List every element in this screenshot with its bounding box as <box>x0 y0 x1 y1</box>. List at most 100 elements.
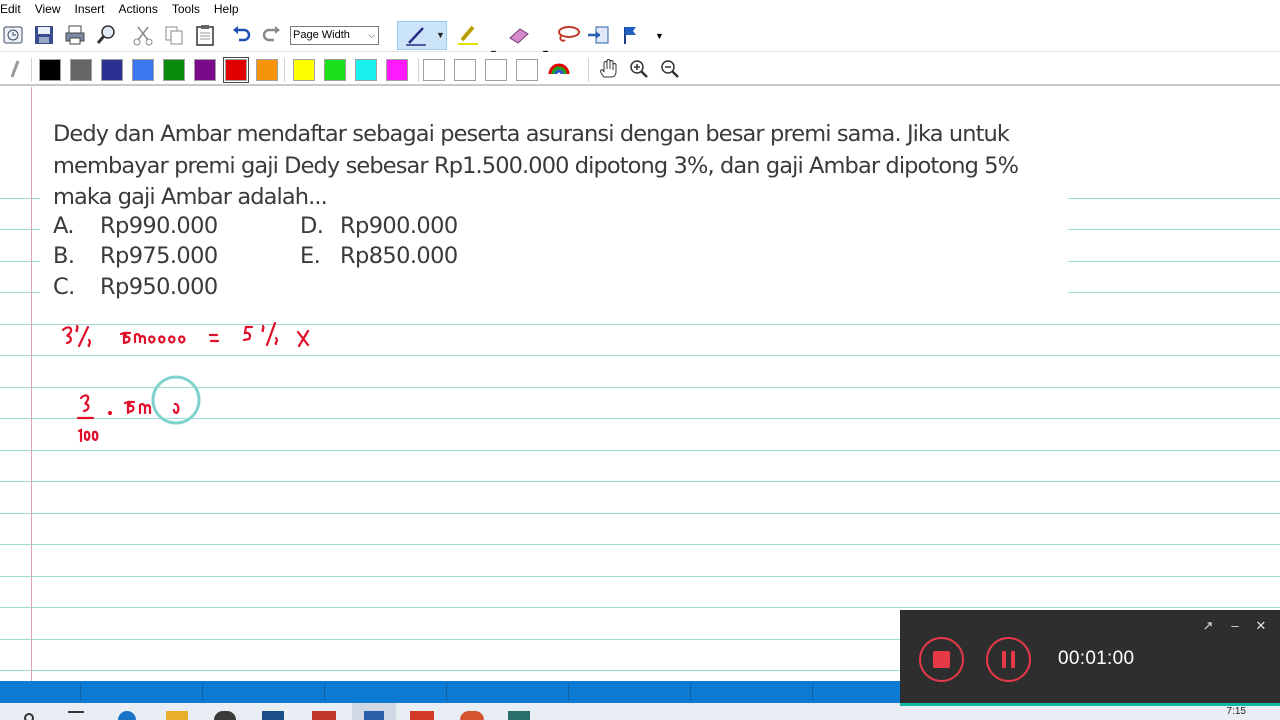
redo-icon <box>262 26 280 42</box>
color-swatch[interactable] <box>163 59 185 81</box>
pen-dropdown-icon[interactable]: ▼ <box>436 30 445 40</box>
color-swatch[interactable] <box>386 59 408 81</box>
pause-icon <box>1002 651 1006 668</box>
color-swatch[interactable] <box>132 59 154 81</box>
insert-space-icon <box>588 26 609 44</box>
color-swatch[interactable] <box>293 59 315 81</box>
find-icon <box>96 25 115 44</box>
color-swatch[interactable] <box>39 59 61 81</box>
ink-stroke <box>242 325 254 342</box>
new-page-button[interactable] <box>1 22 27 48</box>
zoom-in-icon <box>630 60 648 78</box>
powerpoint-icon[interactable] <box>460 711 484 720</box>
redo-button[interactable] <box>259 22 285 48</box>
minimize-icon[interactable]: – <box>1227 618 1243 634</box>
dropbox-icon[interactable] <box>262 711 284 720</box>
italic-pen-icon <box>10 60 20 78</box>
zoom-in-button[interactable] <box>626 56 652 82</box>
highlighter-icon <box>458 25 478 45</box>
paste-icon <box>196 25 214 46</box>
pause-icon <box>1011 651 1015 668</box>
stop-recording-button[interactable] <box>919 637 964 682</box>
pan-button[interactable] <box>595 56 621 82</box>
edge-icon[interactable] <box>118 711 136 720</box>
status-divider <box>80 683 81 701</box>
ruled-line <box>0 607 1280 608</box>
app-icon[interactable] <box>214 711 236 720</box>
task-view-icon[interactable] <box>68 711 84 720</box>
insert-space-button[interactable] <box>586 22 612 48</box>
chevron-down-icon: ⌵ <box>368 30 375 40</box>
color-swatch[interactable] <box>194 59 216 81</box>
pen-style-button[interactable] <box>2 56 28 82</box>
palette-icon <box>548 63 570 75</box>
ink-layer <box>61 321 310 443</box>
color-swatch[interactable] <box>454 59 476 81</box>
stop-icon <box>933 651 950 668</box>
search-icon[interactable] <box>24 713 34 720</box>
ink-stroke <box>61 326 73 345</box>
ink-stroke <box>75 324 92 348</box>
print-button[interactable] <box>62 22 88 48</box>
color-swatch[interactable] <box>70 59 92 81</box>
paste-button[interactable] <box>192 22 218 48</box>
menu-edit[interactable]: Edit <box>0 0 28 18</box>
pause-recording-button[interactable] <box>986 637 1031 682</box>
ruled-line <box>0 576 1280 577</box>
zoom-select[interactable]: Page Width ⌵ <box>290 26 379 45</box>
app-icon[interactable] <box>508 711 530 720</box>
main-toolbar: Page Width ⌵ ▼ ▼ ▼ ▼ <box>0 19 1280 58</box>
journal-window: Edit View Insert Actions Tools Help Page… <box>0 0 1280 720</box>
status-divider <box>202 683 203 701</box>
menu-insert[interactable]: Insert <box>67 0 111 18</box>
menu-help[interactable]: Help <box>207 0 246 18</box>
popout-icon[interactable]: ↗ <box>1200 618 1216 634</box>
color-swatch[interactable] <box>423 59 445 81</box>
color-picker-button[interactable] <box>546 56 572 82</box>
cut-icon <box>133 26 153 46</box>
highlighter-button[interactable] <box>455 22 481 48</box>
pen-tool-button[interactable]: ▼ <box>397 21 447 50</box>
ink-stroke <box>119 331 186 345</box>
flag-button[interactable] <box>620 22 646 48</box>
menu-actions[interactable]: Actions <box>112 0 165 18</box>
pen-icon <box>406 27 426 46</box>
color-swatch[interactable] <box>101 59 123 81</box>
close-icon[interactable]: ✕ <box>1253 618 1269 634</box>
save-button[interactable] <box>31 22 57 48</box>
folder-icon[interactable] <box>166 711 188 720</box>
cursor-ring-icon <box>151 375 201 425</box>
menu-tools[interactable]: Tools <box>165 0 207 18</box>
color-swatch[interactable] <box>355 59 377 81</box>
menu-view[interactable]: View <box>28 0 68 18</box>
cut-button[interactable] <box>130 22 156 48</box>
app-icon[interactable] <box>312 711 336 720</box>
flag-dropdown-icon[interactable]: ▼ <box>655 31 664 41</box>
ink-stroke <box>261 321 279 347</box>
pdf-icon[interactable] <box>410 711 434 720</box>
save-icon <box>35 26 53 44</box>
journal-page[interactable]: Dedy dan Ambar mendaftar sebagai peserta… <box>0 87 1280 681</box>
status-divider <box>324 683 325 701</box>
lasso-button[interactable] <box>555 22 581 48</box>
color-swatch[interactable] <box>516 59 538 81</box>
ruled-line <box>0 513 1280 514</box>
find-button[interactable] <box>93 22 119 48</box>
ink-stroke <box>123 400 180 415</box>
eraser-button[interactable] <box>506 22 532 48</box>
ink-stroke <box>77 428 99 443</box>
print-icon <box>65 25 85 45</box>
color-swatch[interactable] <box>485 59 507 81</box>
ruled-line <box>0 481 1280 482</box>
copy-icon <box>165 26 183 45</box>
undo-button[interactable] <box>228 22 254 48</box>
ruled-line <box>0 544 1280 545</box>
color-swatch[interactable] <box>223 57 249 83</box>
ink-stroke <box>107 410 113 416</box>
toolbar-separator <box>284 58 285 82</box>
color-swatch[interactable] <box>324 59 346 81</box>
zoom-out-button[interactable] <box>657 56 683 82</box>
journal-icon <box>364 711 384 720</box>
color-swatch[interactable] <box>256 59 278 81</box>
copy-button[interactable] <box>161 22 187 48</box>
